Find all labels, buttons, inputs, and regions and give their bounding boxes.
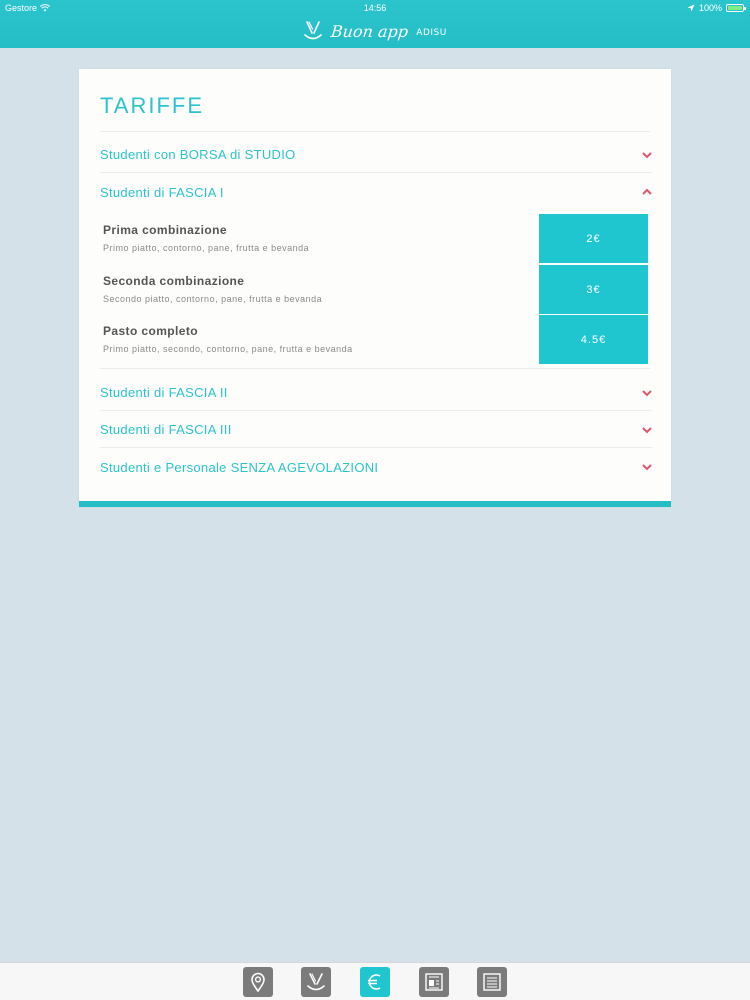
divider [100,131,650,132]
combination-name: Seconda combinazione [103,274,245,288]
section-label: Studenti di FASCIA III [100,422,232,437]
section-label: Studenti e Personale SENZA AGEVOLAZIONI [100,459,379,475]
chevron-down-icon [642,464,652,471]
combination-name: Pasto completo [103,324,198,338]
location-arrow-icon [687,4,695,12]
combination-description: Secondo piatto, contorno, pane, frutta e… [103,294,323,304]
news-icon [425,973,443,991]
tab-menu[interactable] [301,967,331,997]
battery-percent: 100% [698,3,722,13]
page-title: TARIFFE [100,93,205,118]
combination-description: Primo piatto, contorno, pane, frutta e b… [103,243,310,253]
chevron-up-icon [642,188,652,195]
combination-text: Seconda combinazione Secondo piatto, con… [103,274,322,304]
section-label: Studenti con BORSA di STUDIO [100,147,296,162]
tariffe-card: TARIFFE Studenti con BORSA di STUDIO Stu… [79,69,671,507]
section-fascia-2[interactable]: Studenti di FASCIA II [100,375,652,411]
app-subtitle: ADISU [416,27,447,38]
fork-smile-logo-icon [304,21,322,40]
combination-row: Prima combinazione Primo piatto, contorn… [100,214,650,264]
combination-text: Pasto completo Primo piatto, secondo, co… [103,324,353,354]
section-borsa-di-studio[interactable]: Studenti con BORSA di STUDIO [100,137,652,173]
status-bar: Gestore 14:56 100% [0,0,750,16]
divider [100,368,650,369]
tab-calendar[interactable] [477,967,507,997]
section-fascia-1[interactable]: Studenti di FASCIA I [100,174,652,210]
combination-name: Prima combinazione [103,223,227,237]
tab-news[interactable] [419,967,449,997]
combination-description: Primo piatto, secondo, contorno, pane, f… [103,344,353,354]
price-badge: 4.5€ [539,315,648,364]
battery-icon [726,4,746,12]
clock: 14:56 [363,3,387,13]
combination-row: Pasto completo Primo piatto, secondo, co… [100,315,650,365]
price-badge: 3€ [539,265,648,314]
app-header: Gestore 14:56 100% Buon app ADISU [0,0,750,48]
brand-logo: Buon app ADISU [0,18,750,44]
combination-text: Prima combinazione Primo piatto, contorn… [103,223,309,253]
section-label: Studenti di FASCIA II [100,385,228,400]
chevron-down-icon [642,426,652,433]
section-fascia-3[interactable]: Studenti di FASCIA III [100,412,652,448]
tab-bar [0,962,750,1000]
price-badge: 2€ [539,214,648,263]
calendar-doc-icon [483,973,501,991]
chevron-down-icon [642,389,652,396]
fork-knife-icon [307,973,325,991]
status-right: 100% [687,3,746,13]
map-pin-icon [251,972,265,993]
chevron-down-icon [642,151,652,158]
battery-fill [728,6,742,10]
app-name: Buon app [330,21,410,41]
section-senza-agevolazioni[interactable]: Studenti e Personale SENZA AGEVOLAZIONI [100,449,652,485]
combination-row: Seconda combinazione Secondo piatto, con… [100,265,650,315]
section-label: Studenti di FASCIA I [100,184,224,200]
euro-icon [368,974,381,990]
tab-map[interactable] [243,967,273,997]
tab-tariffe[interactable] [360,967,390,997]
